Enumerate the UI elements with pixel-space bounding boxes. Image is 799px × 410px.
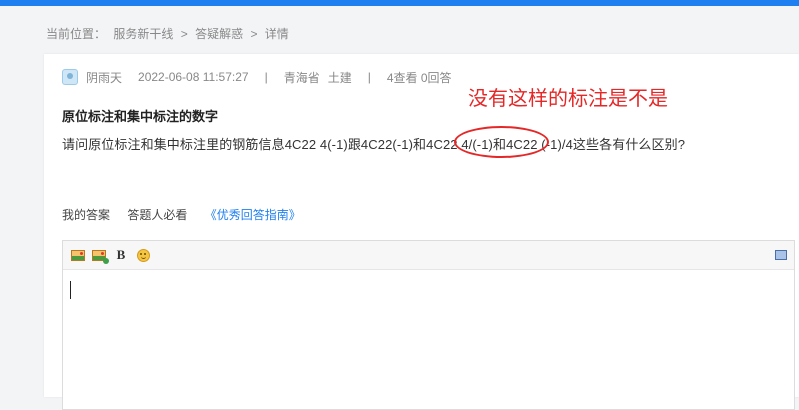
- bold-icon: B: [116, 247, 126, 262]
- fullscreen-icon: [775, 250, 787, 260]
- post-meta: 阴雨天 2022-06-08 11:57:27 | 青海省 土建 | 4查看 0…: [62, 69, 452, 85]
- breadcrumb-item-detail: 详情: [264, 27, 289, 41]
- breadcrumb-item-service[interactable]: 服务新干线: [113, 27, 173, 41]
- breadcrumb-separator: >: [250, 27, 258, 41]
- meta-divider: |: [264, 70, 268, 84]
- upload-image-icon: [92, 249, 109, 264]
- image-icon: [71, 249, 85, 261]
- breadcrumb: 当前位置： 服务新干线 > 答疑解惑 > 详情: [46, 25, 293, 42]
- editor-toolbar: B: [63, 241, 794, 270]
- avatar[interactable]: [62, 69, 78, 85]
- top-accent-bar: [0, 0, 799, 6]
- tab-my-answer[interactable]: 我的答案: [62, 208, 110, 222]
- post-location: 青海省: [283, 70, 320, 85]
- breadcrumb-item-qa[interactable]: 答疑解惑: [195, 27, 243, 41]
- insert-image-button[interactable]: [70, 247, 86, 263]
- post-datetime: 2022-06-08 11:57:27: [138, 70, 249, 84]
- breadcrumb-label: 当前位置：: [46, 27, 107, 41]
- red-annotation-text: 没有这样的标注是不是: [468, 88, 668, 110]
- emoji-button[interactable]: [135, 247, 151, 263]
- breadcrumb-separator: >: [180, 27, 188, 41]
- question-title: 原位标注和集中标注的数字: [62, 109, 219, 124]
- meta-divider: |: [367, 70, 371, 84]
- red-annotation-circle: [454, 126, 549, 158]
- answer-editor: B: [62, 240, 795, 410]
- bold-button[interactable]: B: [113, 247, 129, 263]
- emoji-icon: [136, 248, 150, 262]
- question-body: 请问原位标注和集中标注里的钢筋信息4C22 4(-1)跟4C22(-1)和4C2…: [62, 137, 686, 152]
- question-card: 阴雨天 2022-06-08 11:57:27 | 青海省 土建 | 4查看 0…: [44, 54, 799, 410]
- fullscreen-button[interactable]: [773, 247, 789, 263]
- upload-image-button[interactable]: [91, 247, 109, 264]
- post-stats: 4查看 0回答: [386, 70, 452, 85]
- text-caret: [70, 281, 71, 299]
- answer-textarea[interactable]: [63, 270, 794, 409]
- post-category: 土建: [327, 70, 352, 85]
- answer-guide-link[interactable]: 《优秀回答指南》: [205, 208, 301, 222]
- author-name[interactable]: 阴雨天: [86, 69, 122, 86]
- answer-tabs: 我的答案 答题人必看 《优秀回答指南》: [62, 206, 301, 223]
- must-read-label: 答题人必看: [127, 208, 188, 222]
